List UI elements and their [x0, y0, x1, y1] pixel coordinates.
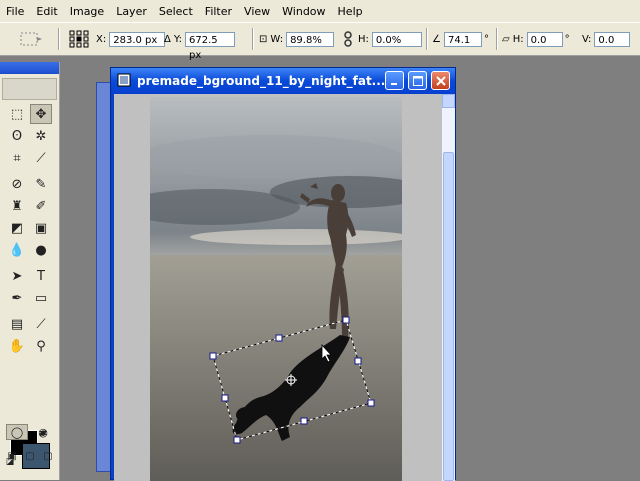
quick-mask-mode-icon[interactable]: ◉ [32, 424, 54, 440]
vskew-label: V: [582, 33, 592, 45]
w-field[interactable]: 89.8% [286, 31, 335, 47]
w-label: W: [270, 33, 284, 45]
crop-tool-icon[interactable]: ⌗ [6, 148, 28, 168]
document-image[interactable] [150, 97, 402, 481]
h-field[interactable]: 0.0% [371, 31, 422, 47]
hand-tool-icon[interactable]: ✋ [6, 336, 28, 356]
gradient-tool-icon[interactable]: ▣ [30, 218, 52, 238]
h-label: H: [358, 33, 369, 45]
y-field[interactable]: 672.5 px [185, 31, 235, 61]
magic-wand-tool-icon[interactable]: ✲ [30, 126, 52, 146]
transform-tool-icon[interactable] [18, 30, 44, 48]
close-button[interactable] [431, 71, 450, 90]
scroll-up-button[interactable] [442, 94, 455, 108]
delta-icon: Δ [164, 33, 171, 45]
minimize-icon [390, 82, 397, 85]
angle-icon: ∠ [432, 33, 441, 45]
pen-tool-icon[interactable]: ✒ [6, 288, 28, 308]
screen-mode-full-icon[interactable]: ▢ [40, 448, 56, 464]
slice-tool-icon[interactable]: ⟋ [30, 148, 52, 168]
zoom-tool-icon[interactable]: ⚲ [30, 336, 52, 356]
hskew-unit: ° [564, 33, 570, 45]
move-tool-icon[interactable]: ✥ [30, 104, 52, 124]
toolbox: ⬚ ✥ ʘ ✲ ⌗ ⟋ ⊘ ✎ ♜ ✐ ◩ ▣ 💧 ● ➤ T ✒ ▭ ▤ ⟋ … [0, 62, 60, 480]
menu-edit[interactable]: Edit [30, 5, 63, 18]
notes-tool-icon[interactable]: ▤ [6, 314, 28, 334]
eye-logo-icon[interactable] [2, 78, 57, 100]
hskew-label: H: [512, 33, 524, 45]
menu-layer[interactable]: Layer [110, 5, 153, 18]
menu-image[interactable]: Image [64, 5, 110, 18]
menu-file[interactable]: File [0, 5, 30, 18]
document-window: premade_bground_11_by_night_fat... [110, 67, 456, 481]
menu-help[interactable]: Help [332, 5, 369, 18]
blur-tool-icon[interactable]: 💧 [6, 240, 28, 260]
x-field[interactable]: 283.0 px [109, 31, 166, 47]
canvas-area[interactable] [114, 94, 442, 481]
hskew-field[interactable]: 0.0 [526, 31, 563, 47]
link-icon[interactable] [342, 30, 354, 48]
menu-select[interactable]: Select [153, 5, 199, 18]
document-title: premade_bground_11_by_night_fat... [137, 74, 386, 88]
eraser-tool-icon[interactable]: ◩ [6, 218, 28, 238]
dodge-tool-icon[interactable]: ● [30, 240, 52, 260]
healing-brush-tool-icon[interactable]: ⊘ [6, 174, 28, 194]
rectangle-tool-icon[interactable]: ▭ [30, 288, 52, 308]
vertical-scrollbar[interactable] [442, 94, 455, 481]
path-selection-tool-icon[interactable]: ➤ [6, 266, 28, 286]
eyedropper-tool-icon[interactable]: ⟋ [30, 314, 52, 334]
screen-mode-standard-icon[interactable]: ▣ [4, 448, 20, 464]
y-label: Y: [173, 33, 182, 45]
angle-unit: ° [483, 33, 489, 45]
vskew-field[interactable]: 0.0 [594, 31, 631, 47]
standard-mode-icon[interactable]: ◯ [6, 424, 28, 440]
clone-stamp-tool-icon[interactable]: ♜ [6, 196, 28, 216]
options-bar: X: 283.0 px Δ Y: 672.5 px ⊡ W: 89.8% H: … [0, 22, 640, 61]
x-label: X: [96, 33, 107, 45]
menu-window[interactable]: Window [276, 5, 331, 18]
minimize-button[interactable] [385, 71, 404, 90]
menu-bar: File Edit Image Layer Select Filter View… [0, 0, 640, 22]
document-icon [117, 73, 131, 87]
screen-mode-menubar-icon[interactable]: ▢ [22, 448, 38, 464]
maximize-button[interactable] [408, 71, 427, 90]
width-icon: ⊡ [259, 33, 268, 45]
skew-icon: ▱ [502, 33, 510, 45]
menu-filter[interactable]: Filter [199, 5, 238, 18]
menu-view[interactable]: View [238, 5, 276, 18]
scroll-thumb[interactable] [443, 152, 454, 481]
reference-point-icon[interactable] [68, 30, 90, 48]
angle-field[interactable]: 74.1 [443, 31, 482, 47]
type-tool-icon[interactable]: T [30, 266, 52, 286]
lasso-tool-icon[interactable]: ʘ [6, 126, 28, 146]
marquee-tool-icon[interactable]: ⬚ [6, 104, 28, 124]
document-titlebar[interactable]: premade_bground_11_by_night_fat... [111, 68, 455, 94]
brush-tool-icon[interactable]: ✎ [30, 174, 52, 194]
close-icon [435, 75, 446, 86]
history-brush-tool-icon[interactable]: ✐ [30, 196, 52, 216]
toolbox-titlebar[interactable] [0, 62, 59, 74]
maximize-icon [412, 75, 423, 86]
